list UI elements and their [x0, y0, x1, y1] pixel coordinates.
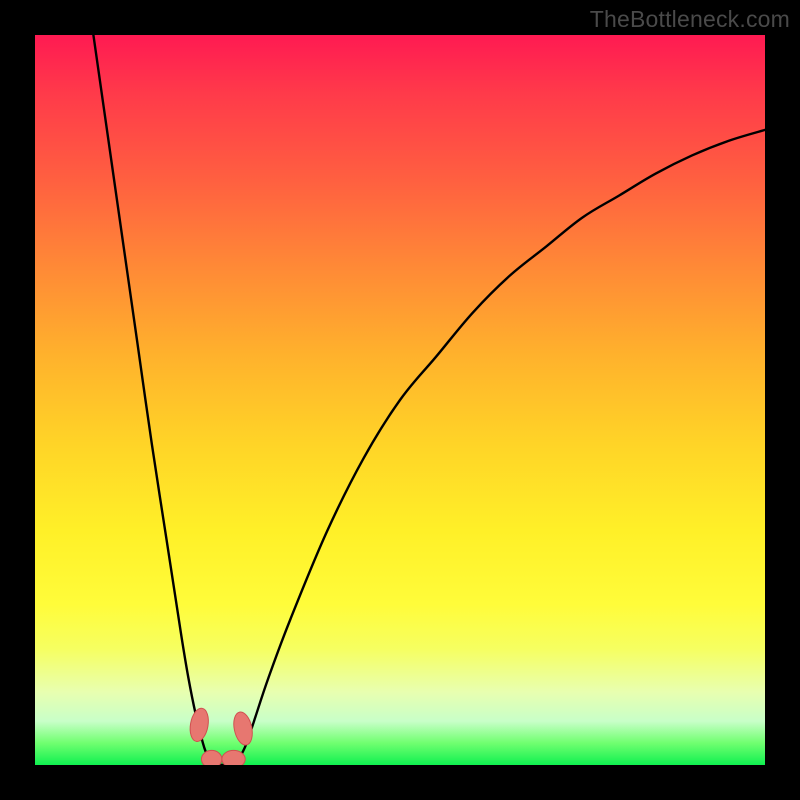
plot-area: [35, 35, 765, 765]
bottom-left-marker: [201, 750, 221, 765]
left-curve: [93, 35, 224, 765]
watermark-text: TheBottleneck.com: [590, 6, 790, 33]
curves-svg: [35, 35, 765, 765]
markers-group: [188, 707, 255, 765]
chart-frame: TheBottleneck.com: [0, 0, 800, 800]
right-curve: [225, 130, 765, 765]
bottom-right-marker: [222, 750, 245, 765]
left-top-marker: [188, 707, 211, 743]
right-top-marker: [231, 710, 255, 746]
